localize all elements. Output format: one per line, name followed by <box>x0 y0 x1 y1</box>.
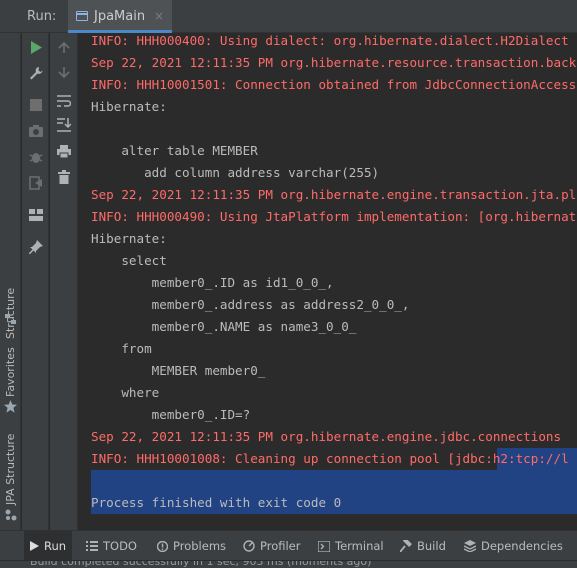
arrow-down-icon <box>58 67 70 79</box>
layout-icon <box>29 209 43 221</box>
tool-tab-terminal[interactable]: Terminal <box>312 531 390 561</box>
tool-tab-label: Build <box>417 539 446 553</box>
tab-jpamain[interactable]: JpaMain × <box>68 0 172 33</box>
selection-highlight <box>91 470 577 492</box>
run-actions-column <box>22 33 49 530</box>
console-line: Hibernate: <box>91 99 167 114</box>
side-tab-label: Favorites <box>4 347 17 397</box>
bug-icon <box>29 153 43 163</box>
console-line: member0_.NAME as name3_0_0_ <box>91 319 357 334</box>
console-line: from <box>91 341 152 356</box>
soft-wrap-button[interactable] <box>54 91 74 111</box>
pin-button[interactable] <box>26 237 46 257</box>
run-label: Run: <box>27 9 57 24</box>
status-text: Build completed successfully in 1 sec, 9… <box>30 560 372 568</box>
console-line: alter table MEMBER <box>91 143 258 158</box>
exit-icon <box>29 176 42 190</box>
tool-tab-run[interactable]: Run <box>24 531 73 561</box>
soft-wrap-icon <box>57 95 71 107</box>
dump-threads-button[interactable] <box>26 121 46 141</box>
console-line: member0_.ID as id1_0_0_, <box>91 275 334 290</box>
status-bar: Build completed successfully in 1 sec, 9… <box>0 560 577 568</box>
problems-icon <box>157 540 168 552</box>
tool-tab-build[interactable]: Build <box>394 531 452 561</box>
side-tab-favorites[interactable]: Favorites <box>0 347 21 419</box>
print-button[interactable] <box>54 141 74 161</box>
console-line: Sep 22, 2021 12:11:35 PM org.hibernate.r… <box>91 55 577 70</box>
console-line: INFO: HHH10001008: Cleaning up connectio… <box>91 451 569 466</box>
modify-config-button[interactable] <box>26 63 46 83</box>
application-icon <box>76 11 88 21</box>
tool-tab-label: Terminal <box>335 539 384 553</box>
tool-tab-label: Profiler <box>260 539 301 553</box>
stop-button[interactable] <box>26 95 46 115</box>
close-icon[interactable]: × <box>154 9 164 23</box>
console-line: Sep 22, 2021 12:11:35 PM org.hibernate.e… <box>91 187 577 202</box>
console-line: Sep 22, 2021 12:11:35 PM org.hibernate.e… <box>91 429 562 444</box>
console-output[interactable]: INFO: HHH000400: Using dialect: org.hibe… <box>79 33 577 530</box>
console-line: where <box>91 385 160 400</box>
debug-settings-button[interactable] <box>26 147 46 167</box>
jpa-icon <box>5 509 17 521</box>
tool-tab-profiler[interactable]: Profiler <box>237 531 307 561</box>
list-icon <box>86 541 98 551</box>
scroll-to-end-button[interactable] <box>54 115 74 135</box>
next-occurrence-button[interactable] <box>54 63 74 83</box>
console-actions-column <box>50 33 78 530</box>
camera-icon <box>29 125 43 137</box>
tool-tab-todo[interactable]: TODO <box>80 531 143 561</box>
exit-button[interactable] <box>26 173 46 193</box>
terminal-icon <box>318 540 330 552</box>
run-tool-window-header: Run: JpaMain × <box>0 0 577 33</box>
tool-tab-label: Problems <box>173 539 227 553</box>
printer-icon <box>57 144 71 158</box>
console-line: member0_.address as address2_0_0_, <box>91 297 410 312</box>
side-tab-label: JPA Structure <box>4 433 17 505</box>
play-icon <box>31 40 42 54</box>
console-line: INFO: HHH000490: Using JtaPlatform imple… <box>91 209 577 224</box>
arrow-up-icon <box>58 41 70 53</box>
profiler-icon <box>243 540 255 552</box>
side-tab-jpa-structure[interactable]: JPA Structure <box>0 429 21 525</box>
tab-title: JpaMain <box>94 9 146 24</box>
layout-button[interactable] <box>26 205 46 225</box>
rerun-button[interactable] <box>26 37 46 57</box>
hammer-icon <box>400 540 412 552</box>
console-line: select <box>91 253 167 268</box>
console-line: Hibernate: <box>91 231 167 246</box>
side-tab-structure[interactable]: Structure <box>0 261 21 341</box>
stop-icon <box>30 99 42 111</box>
console-line: INFO: HHH10001501: Connection obtained f… <box>91 77 577 92</box>
previous-occurrence-button[interactable] <box>54 37 74 57</box>
tool-window-bar: Run TODO Problems Profiler Terminal Buil… <box>0 530 577 561</box>
tool-tab-label: Run <box>44 539 67 553</box>
left-tool-strip: Structure Favorites JPA Structure <box>0 33 21 530</box>
console-line: Process finished with exit code 0 <box>91 495 342 510</box>
structure-icon <box>5 314 16 324</box>
console-line: MEMBER member0_ <box>91 363 266 378</box>
scroll-to-end-icon <box>57 118 71 132</box>
tool-tab-label: TODO <box>103 539 137 553</box>
console-line: INFO: HHH000400: Using dialect: org.hibe… <box>91 33 569 48</box>
clear-all-button[interactable] <box>54 167 74 187</box>
play-icon <box>30 541 39 551</box>
console-line: member0_.ID=? <box>91 407 251 422</box>
trash-icon <box>58 170 70 184</box>
star-icon <box>4 400 17 413</box>
layers-icon <box>464 540 476 552</box>
pin-icon <box>29 240 43 254</box>
tool-tab-dependencies[interactable]: Dependencies <box>458 531 569 561</box>
tool-tab-label: Dependencies <box>481 539 563 553</box>
wrench-icon <box>30 67 43 80</box>
console-line: add column address varchar(255) <box>91 165 380 180</box>
tool-tab-problems[interactable]: Problems <box>151 531 232 561</box>
